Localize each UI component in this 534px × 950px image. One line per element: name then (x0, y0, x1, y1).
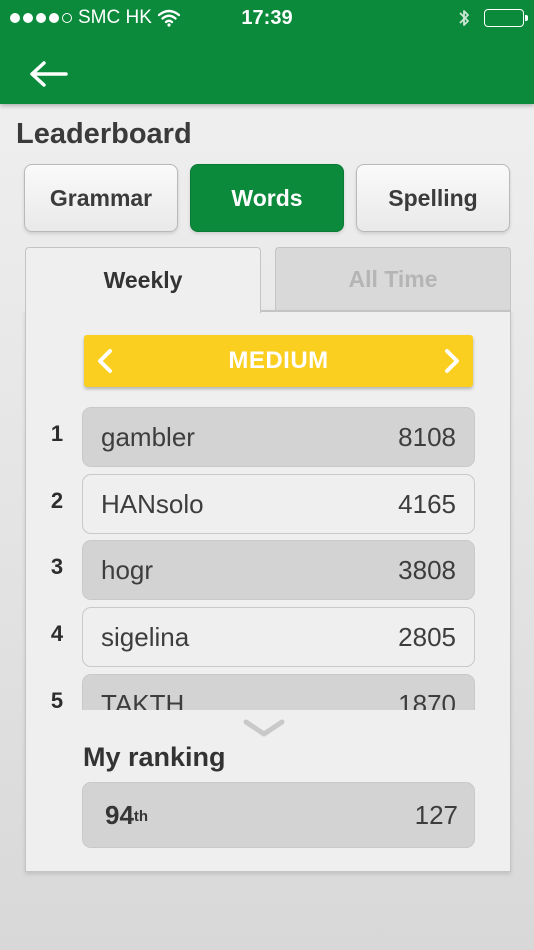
player-name: hogr (101, 554, 154, 585)
player-name: HANsolo (101, 488, 204, 519)
level-label: MEDIUM (228, 347, 329, 374)
leaderboard-list[interactable]: 1 gambler 8108 2 HANsolo 4165 3 hogr 380… (40, 407, 480, 710)
chevron-left-icon[interactable] (92, 347, 120, 375)
player-entry: sigelina 2805 (82, 607, 475, 667)
status-right (458, 8, 528, 28)
status-bar: SMC HK 17:39 (0, 0, 534, 36)
my-rank-suffix: th (133, 807, 149, 825)
player-name: gambler (101, 421, 195, 452)
player-score: 3808 (398, 554, 456, 585)
rank-number: 4 (50, 621, 64, 646)
bluetooth-icon (459, 10, 469, 26)
leaderboard-row: 5 TAKTH 1870 (40, 674, 480, 710)
status-time: 17:39 (241, 7, 293, 29)
category-grammar-button[interactable]: Grammar (24, 164, 178, 232)
player-score: 8108 (398, 421, 456, 452)
category-words-button[interactable]: Words (190, 164, 344, 232)
player-score: 4165 (398, 488, 456, 519)
rank-number: 5 (50, 688, 64, 710)
rank-number: 1 (50, 421, 64, 446)
player-entry: TAKTH 1870 (82, 674, 475, 710)
chevron-right-icon[interactable] (437, 347, 465, 375)
my-ranking-title: My ranking (83, 742, 226, 772)
leaderboard-row: 2 HANsolo 4165 (40, 474, 480, 534)
player-entry: HANsolo 4165 (82, 474, 475, 534)
back-arrow-icon[interactable] (26, 56, 70, 92)
category-selector: Grammar Words Spelling (24, 164, 512, 232)
category-spelling-button[interactable]: Spelling (356, 164, 510, 232)
player-score: 1870 (398, 688, 456, 711)
my-rank-position: 94th (105, 800, 148, 831)
tab-weekly[interactable]: Weekly (25, 247, 261, 313)
level-selector: MEDIUM (84, 335, 473, 387)
player-name: sigelina (101, 621, 190, 652)
page-title: Leaderboard (16, 118, 192, 150)
leaderboard-row: 1 gambler 8108 (40, 407, 480, 467)
chevron-down-icon[interactable] (242, 718, 286, 740)
my-rank-number: 94 (105, 799, 134, 830)
player-score: 2805 (398, 621, 456, 652)
player-name: TAKTH (101, 688, 185, 711)
panel-divider (260, 310, 511, 312)
rank-number: 3 (50, 554, 64, 579)
rank-number: 2 (50, 488, 64, 513)
player-entry: hogr 3808 (82, 540, 475, 600)
leaderboard-row: 4 sigelina 2805 (40, 607, 480, 667)
battery-icon (484, 9, 528, 27)
player-entry: gambler 8108 (82, 407, 475, 467)
my-rank-score: 127 (414, 799, 458, 830)
my-ranking-card: 94th 127 (82, 782, 475, 848)
app-bar: SMC HK 17:39 (0, 0, 534, 104)
leaderboard-row: 3 hogr 3808 (40, 540, 480, 600)
tab-all-time[interactable]: All Time (275, 247, 511, 311)
